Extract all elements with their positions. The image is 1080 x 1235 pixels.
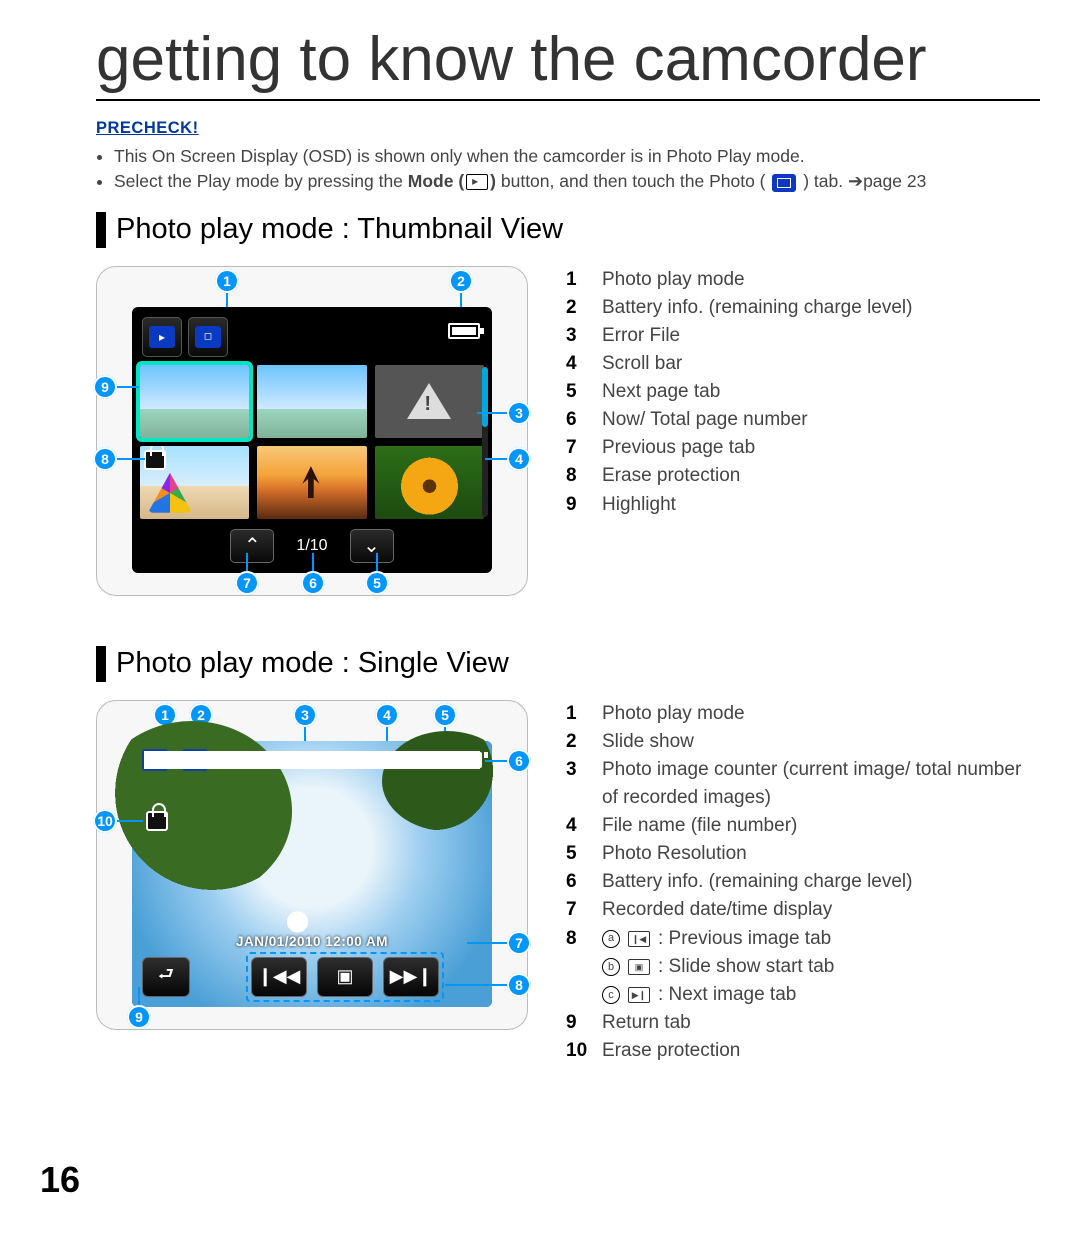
scroll-bar[interactable] xyxy=(482,367,488,517)
s-callout-8: 8 xyxy=(507,973,531,997)
next-page-button[interactable]: ⌄ xyxy=(350,529,394,563)
s-callout-9: 9 xyxy=(127,1005,151,1029)
lock-icon-2 xyxy=(146,811,168,831)
callout-6: 6 xyxy=(301,571,325,595)
battery-icon xyxy=(448,323,480,339)
thumbnail-3-error[interactable] xyxy=(375,365,484,438)
prev-page-button[interactable]: ⌃ xyxy=(230,529,274,563)
recorded-datetime: JAN/01/2010 12:00 AM xyxy=(132,934,492,949)
single-diagram: 1 2 3 4 5 20/33 100-0001 8M JAN/01 xyxy=(96,700,528,1030)
next-image-button[interactable]: ▶▶❙ xyxy=(383,957,439,997)
return-button[interactable]: ⮐ xyxy=(142,957,190,997)
section-thumbnail-header: Photo play mode : Thumbnail View xyxy=(96,212,1040,248)
slideshow-start-button[interactable]: ▣ xyxy=(317,957,373,997)
callout-9: 9 xyxy=(93,375,117,399)
single-legend: 1Photo play mode 2Slide show 3Photo imag… xyxy=(566,700,1040,1065)
section-single-header: Photo play mode : Single View xyxy=(96,646,1040,682)
bullet-1: This On Screen Display (OSD) is shown on… xyxy=(114,144,1040,169)
thumbnail-legend: 1Photo play mode 2Battery info. (remaini… xyxy=(566,266,1040,519)
thumbnail-diagram: 1 2 ⌃ 1/10 ⌄ xyxy=(96,266,528,596)
battery-icon-2 xyxy=(450,752,482,768)
mode-play-icon xyxy=(466,174,488,190)
callout-8: 8 xyxy=(93,447,117,471)
precheck-label: PRECHECK! xyxy=(96,119,1080,138)
thumbnail-1-selected[interactable] xyxy=(140,365,249,438)
prev-image-button[interactable]: ❙◀◀ xyxy=(251,957,307,997)
section-thumbnail-title: Photo play mode : Thumbnail View xyxy=(116,213,563,246)
s-callout-6: 6 xyxy=(507,749,531,773)
lock-icon xyxy=(144,450,166,470)
precheck-bullets: This On Screen Display (OSD) is shown on… xyxy=(96,144,1040,194)
page-number-label: 16 xyxy=(40,1159,80,1201)
thumbnail-2[interactable] xyxy=(257,365,366,438)
section-single-title: Photo play mode : Single View xyxy=(116,647,509,680)
s-callout-3: 3 xyxy=(293,703,317,727)
bullet-2: Select the Play mode by pressing the Mod… xyxy=(114,169,1040,194)
callout-3: 3 xyxy=(507,401,531,425)
callout-7: 7 xyxy=(235,571,259,595)
thumbnail-4[interactable] xyxy=(140,446,249,519)
s-callout-10: 10 xyxy=(93,809,117,833)
callout-4: 4 xyxy=(507,447,531,471)
page-title: getting to know the camcorder xyxy=(96,0,1040,101)
callout-2: 2 xyxy=(449,269,473,293)
callout-1: 1 xyxy=(215,269,239,293)
thumbnail-6[interactable] xyxy=(375,446,484,519)
photo-mode-tab[interactable] xyxy=(188,317,228,357)
s-callout-5: 5 xyxy=(433,703,457,727)
photo-tab-icon xyxy=(772,174,796,192)
s-callout-7: 7 xyxy=(507,931,531,955)
video-mode-tab[interactable] xyxy=(142,317,182,357)
s-callout-4: 4 xyxy=(375,703,399,727)
thumbnail-5[interactable] xyxy=(257,446,366,519)
playback-control-group: ❙◀◀ ▣ ▶▶❙ xyxy=(246,952,444,1002)
callout-5: 5 xyxy=(365,571,389,595)
